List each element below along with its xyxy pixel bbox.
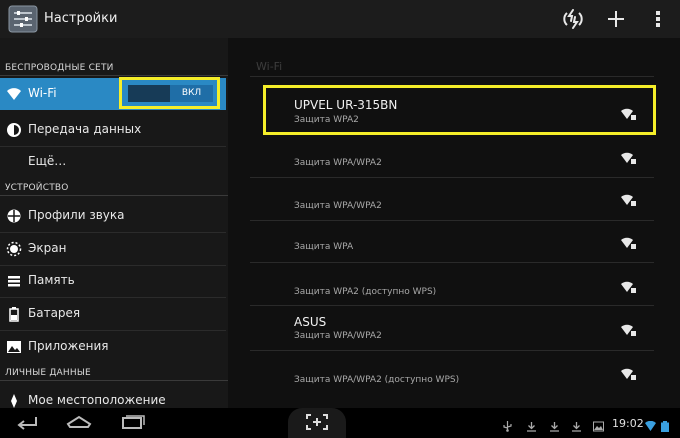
location-icon xyxy=(6,393,22,409)
download-icon xyxy=(526,417,537,432)
section-header-device: УСТРОЙСТВО xyxy=(5,183,69,193)
sidebar-item-label: Ещё… xyxy=(28,154,67,168)
status-clock: 19:02 xyxy=(612,417,644,430)
wifi-signal-lock-icon xyxy=(620,366,636,380)
battery-icon xyxy=(6,306,22,322)
divider xyxy=(250,76,654,77)
wifi-signal-lock-icon xyxy=(620,235,636,249)
add-network-icon[interactable] xyxy=(604,7,628,31)
network-item[interactable]: Защита WPA2 (доступно WPS) xyxy=(250,267,654,307)
network-item-asus[interactable]: ASUS Защита WPA/WPA2 xyxy=(250,312,654,352)
sidebar-item-label: Мое местоположение xyxy=(28,393,166,407)
sidebar-item-label: Память xyxy=(28,273,75,287)
screenshot-icon[interactable] xyxy=(305,413,329,435)
overflow-menu-icon[interactable] xyxy=(646,7,670,31)
storage-icon xyxy=(6,273,22,289)
sidebar-item-label: Приложения xyxy=(28,339,109,353)
network-name: ASUS xyxy=(294,315,327,329)
sound-icon xyxy=(6,208,22,224)
usb-icon xyxy=(502,417,513,432)
home-icon[interactable] xyxy=(66,414,92,434)
divider xyxy=(250,177,654,178)
wps-icon[interactable] xyxy=(561,7,585,31)
divider xyxy=(250,350,654,351)
wifi-signal-lock-icon xyxy=(620,279,636,293)
wifi-signal-lock-icon xyxy=(620,192,636,206)
network-security: Защита WPA/WPA2 xyxy=(294,158,382,168)
network-security: Защита WPA/WPA2 xyxy=(294,201,382,211)
network-item[interactable]: Защита WPA/WPA2 xyxy=(250,142,654,182)
sidebar-item-label: Профили звука xyxy=(28,208,125,222)
network-item[interactable]: Защита WPA/WPA2 (доступно WPS) xyxy=(250,357,654,397)
download-icon xyxy=(549,417,560,432)
network-item[interactable]: Защита WPA/WPA2 xyxy=(250,184,654,224)
divider xyxy=(250,220,654,221)
recent-apps-icon[interactable] xyxy=(121,414,145,434)
display-icon xyxy=(6,241,22,257)
wifi-status-icon xyxy=(645,417,656,431)
sidebar-item-sound[interactable]: Профили звука xyxy=(0,200,226,232)
sidebar-item-more[interactable]: Ещё… xyxy=(0,146,226,178)
apps-icon xyxy=(6,339,22,355)
battery-status-icon xyxy=(660,417,670,432)
network-security: Защита WPA xyxy=(294,242,354,252)
sidebar-item-label: Wi-Fi xyxy=(28,86,57,100)
divider xyxy=(0,380,228,381)
network-highlight-box xyxy=(263,85,656,135)
network-security: Защита WPA/WPA2 (доступно WPS) xyxy=(294,375,460,385)
data-usage-icon xyxy=(6,122,22,138)
divider xyxy=(0,75,228,76)
sidebar-item-label: Передача данных xyxy=(28,122,142,136)
sidebar-item-display[interactable]: Экран xyxy=(0,233,226,265)
wifi-icon xyxy=(6,86,22,102)
sidebar-item-label: Экран xyxy=(28,241,67,255)
divider xyxy=(0,195,228,196)
settings-app-icon[interactable] xyxy=(8,5,38,33)
network-security: Защита WPA/WPA2 xyxy=(294,331,382,341)
image-notification-icon xyxy=(593,417,604,432)
sidebar-item-label: Батарея xyxy=(28,306,81,320)
sidebar-item-battery[interactable]: Батарея xyxy=(0,298,226,330)
wifi-signal-lock-icon xyxy=(620,322,636,336)
divider xyxy=(250,262,654,263)
section-header-wireless: БЕСПРОВОДНЫЕ СЕТИ xyxy=(5,63,114,73)
sidebar-item-storage[interactable]: Память xyxy=(0,265,226,297)
panel-title: Wi-Fi xyxy=(256,60,283,73)
wifi-signal-lock-icon xyxy=(620,150,636,164)
divider xyxy=(250,305,654,306)
page-title: Настройки xyxy=(44,11,118,26)
network-item[interactable]: Защита WPA xyxy=(250,225,654,265)
network-security: Защита WPA2 (доступно WPS) xyxy=(294,287,437,297)
back-icon[interactable] xyxy=(14,414,40,434)
sidebar-item-data-usage[interactable]: Передача данных xyxy=(0,114,226,146)
section-header-personal: ЛИЧНЫЕ ДАННЫЕ xyxy=(5,368,91,378)
download-icon xyxy=(571,417,582,432)
toggle-highlight-box xyxy=(119,77,220,109)
sidebar-item-apps[interactable]: Приложения xyxy=(0,331,226,363)
